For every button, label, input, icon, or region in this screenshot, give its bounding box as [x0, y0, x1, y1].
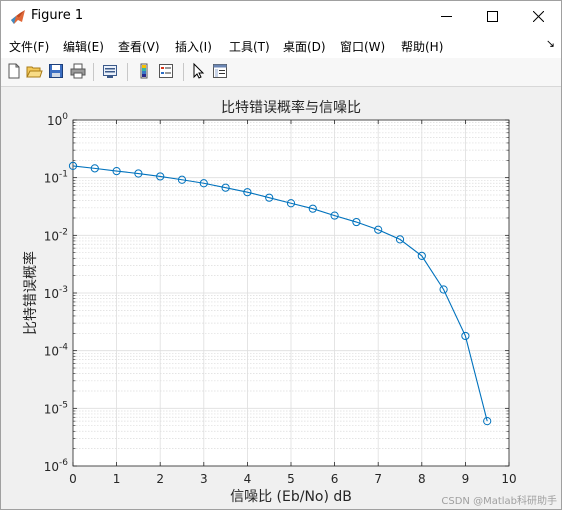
matlab-logo-icon — [11, 10, 25, 24]
edit-plot-arrow-icon[interactable] — [189, 62, 207, 80]
link-plot-icon[interactable] — [101, 62, 119, 80]
y-tick-labels: 100 10-1 10-2 10-3 10-4 10-5 10-6 — [44, 112, 69, 474]
menu-window[interactable]: 窗口(W) — [340, 38, 385, 55]
minimize-button[interactable] — [423, 1, 469, 32]
y-tick-label: 10-6 — [44, 458, 69, 474]
x-tick-label: 10 — [501, 472, 516, 486]
x-tick-labels: 0 1 2 3 4 5 6 7 8 9 10 — [69, 472, 516, 486]
x-tick-label: 1 — [113, 472, 121, 486]
x-tick-label: 6 — [331, 472, 339, 486]
menu-file[interactable]: 文件(F) — [9, 38, 49, 55]
chart-title: 比特错误概率与信噪比 — [221, 99, 361, 116]
figure-toolbar — [1, 58, 561, 87]
figure-canvas: 0 1 2 3 4 5 6 7 8 9 10 100 10-1 10-2 10-3 10-4 10-5 10-6… — [1, 87, 561, 509]
y-axis-label: 比特错误概率 — [22, 251, 39, 335]
toolbar-separator — [93, 63, 94, 81]
close-icon — [532, 11, 544, 22]
y-tick-label: 100 — [47, 112, 68, 128]
toolbar-separator — [183, 63, 184, 81]
minimize-icon — [440, 16, 452, 17]
title-bar: Figure 1 — [1, 1, 561, 32]
x-tick-label: 7 — [374, 472, 382, 486]
maximize-icon — [486, 11, 498, 22]
y-tick-label: 10-1 — [44, 170, 68, 186]
maximize-button[interactable] — [469, 1, 515, 32]
menu-insert[interactable]: 插入(I) — [175, 38, 212, 55]
window-title: Figure 1 — [31, 8, 84, 23]
y-tick-label: 10-5 — [44, 400, 68, 416]
x-tick-label: 2 — [156, 472, 164, 486]
insert-legend-icon[interactable] — [157, 62, 175, 80]
watermark: CSDN @Matlab科研助手 — [441, 496, 557, 507]
insert-colorbar-icon[interactable] — [135, 62, 153, 80]
x-tick-label: 9 — [462, 472, 470, 486]
menu-help[interactable]: 帮助(H) — [401, 38, 443, 55]
new-figure-icon[interactable] — [5, 62, 23, 80]
y-tick-label: 10-2 — [44, 227, 68, 243]
property-inspector-icon[interactable] — [211, 62, 229, 80]
x-tick-label: 0 — [69, 472, 77, 486]
x-tick-label: 4 — [244, 472, 252, 486]
close-button[interactable] — [515, 1, 561, 32]
x-tick-label: 8 — [418, 472, 426, 486]
x-tick-label: 3 — [200, 472, 208, 486]
open-icon[interactable] — [25, 62, 43, 80]
plot-canvas: 0 1 2 3 4 5 6 7 8 9 10 100 10-1 10-2 10-3 10-4 10-5 10-6… — [22, 99, 517, 505]
y-tick-label: 10-3 — [44, 285, 68, 301]
x-tick-label: 5 — [287, 472, 295, 486]
y-tick-label: 10-4 — [44, 343, 69, 359]
figure-window: Figure 1 文件(F) 编辑(E) 查看(V) 插入(I) 工具(T) 桌… — [0, 0, 562, 510]
menu-view[interactable]: 查看(V) — [118, 38, 160, 55]
toolbar-separator — [127, 63, 128, 81]
menu-edit[interactable]: 编辑(E) — [63, 38, 104, 55]
menu-bar: 文件(F) 编辑(E) 查看(V) 插入(I) 工具(T) 桌面(D) 窗口(W… — [1, 32, 561, 58]
save-icon[interactable] — [47, 62, 65, 80]
menu-desktop[interactable]: 桌面(D) — [283, 38, 326, 55]
x-axis-label: 信噪比 (Eb/No) dB — [230, 489, 352, 505]
menu-tools[interactable]: 工具(T) — [229, 38, 270, 55]
print-icon[interactable] — [69, 62, 87, 80]
menu-dock-arrow-icon[interactable]: ↘ — [546, 37, 555, 50]
